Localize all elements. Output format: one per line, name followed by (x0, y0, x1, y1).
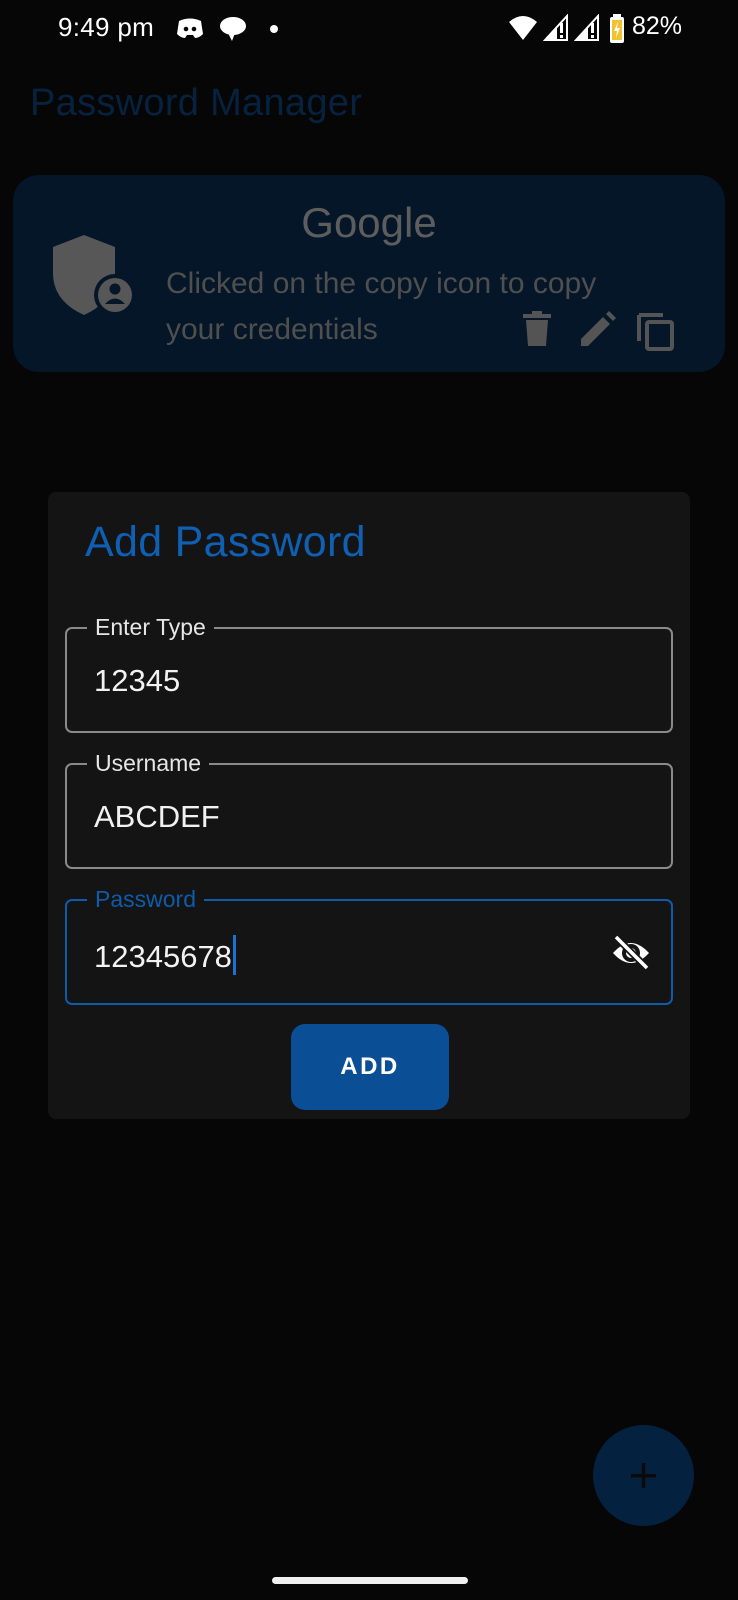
add-password-dialog: Add Password Enter Type 12345 Username A… (48, 492, 690, 1119)
type-field-label: Enter Type (87, 612, 214, 642)
password-field-value[interactable]: 12345678 (94, 935, 236, 975)
text-caret (232, 935, 236, 975)
password-card[interactable]: Google Clicked on the copy icon to copy … (13, 175, 725, 372)
add-fab[interactable] (593, 1425, 694, 1526)
dialog-title: Add Password (85, 518, 366, 566)
visibility-off-icon[interactable] (611, 935, 651, 971)
card-title: Google (301, 199, 437, 246)
discord-notification-icon (177, 18, 203, 38)
home-gesture-handle[interactable] (272, 1577, 468, 1584)
signal-1-icon (543, 14, 568, 41)
type-field-value[interactable]: 12345 (94, 663, 180, 699)
battery-charging-icon (610, 14, 624, 43)
status-time: 9:49 pm (58, 12, 155, 42)
wifi-icon (509, 16, 537, 40)
type-field[interactable]: Enter Type 12345 (65, 612, 673, 733)
battery-percentage: 82% (632, 12, 683, 40)
signal-2-icon (574, 14, 599, 41)
username-field-label: Username (87, 748, 210, 778)
app-title: Password Manager (30, 82, 363, 124)
password-text: 12345678 (94, 939, 232, 974)
username-field-value[interactable]: ABCDEF (94, 799, 220, 835)
plus-icon (631, 1463, 656, 1488)
password-field[interactable]: Password 12345678 (65, 884, 673, 1005)
chat-notification-icon (220, 17, 246, 41)
password-field-label: Password (87, 884, 204, 914)
copy-icon[interactable] (635, 311, 675, 351)
edit-icon[interactable] (578, 311, 616, 349)
add-button[interactable]: ADD (291, 1024, 449, 1110)
status-bar: 9:49 pm 82% (0, 0, 738, 60)
delete-icon[interactable] (521, 311, 553, 349)
notification-dot-icon (270, 25, 278, 33)
card-subtitle: Clicked on the copy icon to copy your cr… (166, 267, 597, 346)
username-field[interactable]: Username ABCDEF (65, 748, 673, 869)
